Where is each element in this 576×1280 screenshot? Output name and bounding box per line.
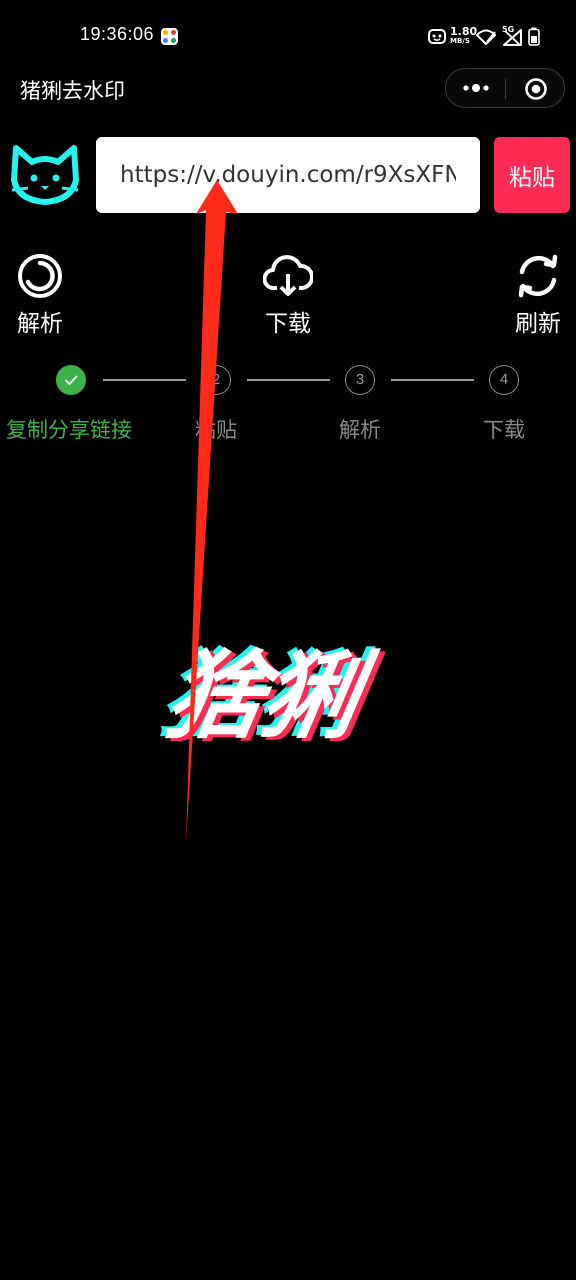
step-3-label: 解析	[339, 418, 381, 442]
step-connector-3	[391, 379, 474, 381]
step-3-circle: 3	[345, 365, 375, 395]
face-status-icon	[428, 29, 446, 44]
battery-icon	[528, 27, 540, 46]
step-connector-2	[247, 379, 330, 381]
parse-spinner-icon	[18, 254, 62, 298]
download-label: 下载	[265, 311, 311, 337]
network-speed: 1.80 MB/S	[450, 26, 477, 46]
step-1-check	[56, 365, 86, 395]
cat-logo-icon	[11, 145, 79, 205]
parse-label: 解析	[17, 311, 63, 337]
download-button[interactable]: 下载	[248, 252, 328, 338]
cloud-download-icon	[263, 255, 313, 296]
url-input[interactable]	[96, 137, 480, 213]
wifi-icon	[476, 29, 496, 45]
refresh-button[interactable]: 刷新	[498, 252, 576, 338]
parse-button[interactable]: 解析	[0, 252, 80, 338]
step-2-circle: 2	[201, 365, 231, 395]
capsule-divider	[505, 79, 506, 99]
checkmark-icon	[64, 375, 78, 386]
page-title: 猪猁去水印	[20, 79, 125, 103]
notification-app-icon	[161, 28, 178, 45]
step-1-label: 复制分享链接	[6, 418, 132, 442]
step-4-circle: 4	[489, 365, 519, 395]
mini-program-capsule[interactable]	[445, 68, 565, 108]
step-4-label: 下载	[483, 418, 525, 442]
step-2-label: 粘贴	[195, 418, 237, 442]
more-dots-icon[interactable]	[462, 82, 490, 94]
network-speed-value: 1.80	[450, 25, 478, 38]
close-target-icon[interactable]	[524, 77, 548, 101]
refresh-icon	[518, 254, 558, 298]
step-connector-1	[103, 379, 186, 381]
status-time: 19:36:06	[80, 24, 155, 44]
status-bar: 19:36:06 1.80 MB/S 5G	[0, 0, 576, 72]
signal-icon	[503, 29, 522, 46]
brand-logo-text: 猞猁	[158, 640, 366, 752]
network-speed-unit: MB/S	[450, 37, 470, 45]
refresh-label: 刷新	[515, 311, 561, 337]
brand-logo: 猞猁 猞猁 猞猁	[153, 636, 428, 766]
paste-button[interactable]: 粘贴	[494, 137, 570, 213]
